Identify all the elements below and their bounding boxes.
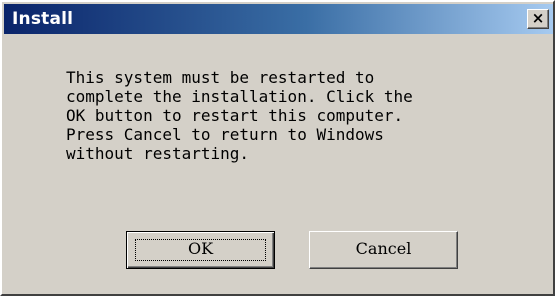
title-bar[interactable]: Install × <box>4 4 553 34</box>
close-button[interactable]: × <box>527 9 549 29</box>
close-icon: × <box>531 9 545 27</box>
ok-button[interactable]: OK <box>126 231 275 269</box>
window-title: Install <box>12 9 74 29</box>
dialog-message: This system must be restarted to complet… <box>66 68 413 163</box>
cancel-button[interactable]: Cancel <box>309 231 458 269</box>
ok-button-label: OK <box>187 239 214 258</box>
install-dialog: Install × This system must be restarted … <box>0 0 555 296</box>
cancel-button-label: Cancel <box>355 239 412 258</box>
